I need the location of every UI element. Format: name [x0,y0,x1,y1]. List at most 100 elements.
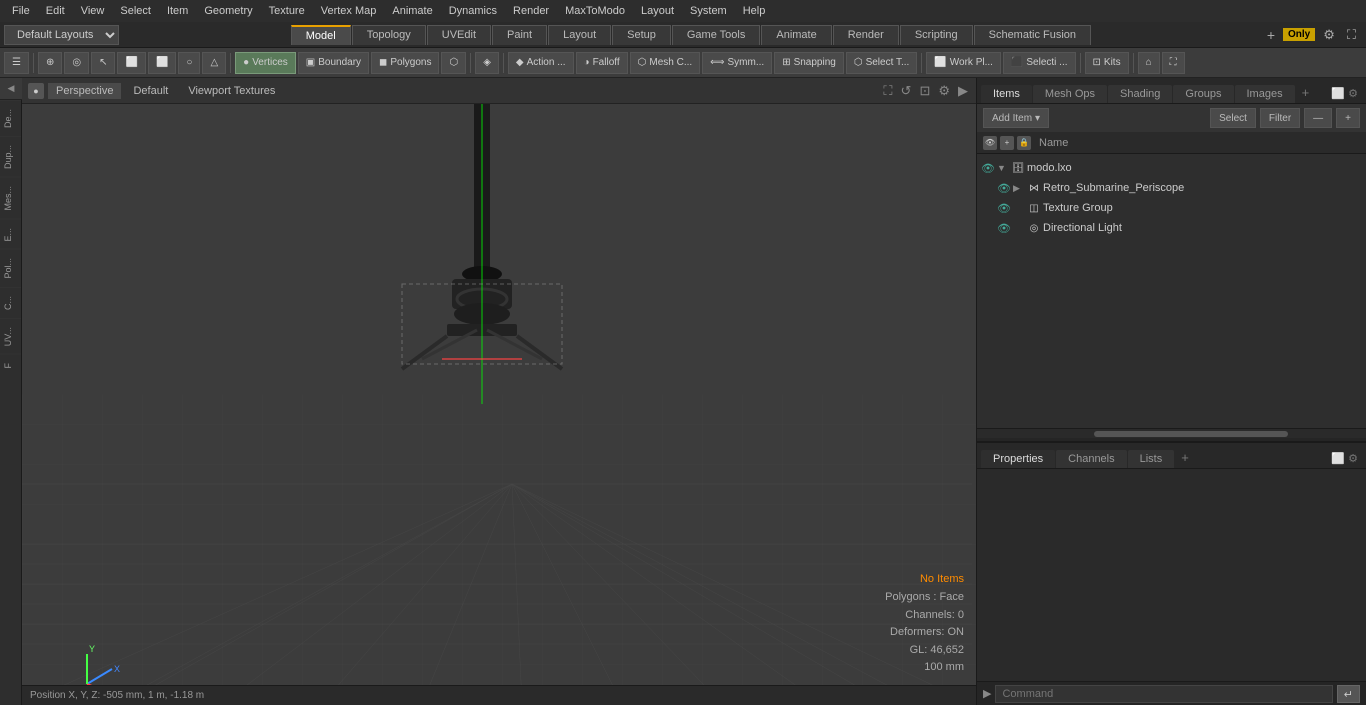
menu-view[interactable]: View [75,3,111,19]
tab-gametools[interactable]: Game Tools [672,25,761,45]
viewport-toggle-button[interactable]: ● [28,83,44,99]
falloff-cone-button[interactable]: ◎ [64,52,89,74]
menu-select[interactable]: Select [114,3,157,19]
fullscreen-icon[interactable]: ⛶ [1343,27,1360,43]
visibility-col-icon[interactable]: 👁 [983,136,997,150]
visibility-icon-modo[interactable]: 👁 [981,161,995,175]
add-layout-tab-button[interactable]: + [1263,27,1279,43]
viewport-shading-label[interactable]: Default [125,83,176,99]
menu-edit[interactable]: Edit [40,3,71,19]
scrollbar-thumb[interactable] [1094,431,1289,437]
panel-collapse-icon[interactable]: ⬜ [1331,87,1345,100]
visibility-icon-texture[interactable]: 👁 [997,201,1011,215]
selecti-button[interactable]: ⬛ Selecti ... [1003,52,1076,74]
sidebar-item-pol[interactable]: Pol... [0,249,21,287]
items-add-col-button[interactable]: + [1336,108,1360,128]
items-scrollbar[interactable] [977,428,1366,438]
visibility-icon-retro[interactable]: 👁 [997,181,1011,195]
select-t-button[interactable]: ⬡ Select T... [846,52,917,74]
tab-render[interactable]: Render [833,25,899,45]
tab-paint[interactable]: Paint [492,25,547,45]
toggle-panel-button[interactable]: ☰ [4,52,29,74]
viewport-info-icon[interactable]: ▶ [956,82,970,100]
viewport-camera-label[interactable]: Perspective [48,83,121,99]
symmetry-icon-button[interactable]: ◈ [475,52,499,74]
tab-model[interactable]: Model [291,25,351,45]
add-item-dropdown-icon[interactable]: ▾ [1035,113,1040,124]
viewport-rotate-icon[interactable]: ↺ [899,82,914,100]
tab-topology[interactable]: Topology [352,25,426,45]
global-center-button[interactable]: ⊕ [38,52,62,74]
tree-item-retro-sub[interactable]: 👁 ▶ ⋈ Retro_Submarine_Periscope [977,178,1366,198]
tab-layout[interactable]: Layout [548,25,611,45]
menu-geometry[interactable]: Geometry [198,3,258,19]
boundary-button[interactable]: ▣ Boundary [298,52,369,74]
lock-col-icon[interactable]: 🔒 [1017,136,1031,150]
tab-setup[interactable]: Setup [612,25,671,45]
snapping-button[interactable]: ⊞ Snapping [774,52,844,74]
expand-icon-retro[interactable]: ▶ [1013,183,1025,194]
viewport-canvas[interactable]: X Z Y No Items Polygons : Face Channels:… [22,104,976,685]
layout-dropdown[interactable]: Default Layouts [4,25,119,45]
menu-layout[interactable]: Layout [635,3,680,19]
prop-settings-icon[interactable]: ⚙ [1348,452,1358,465]
command-input[interactable] [995,685,1332,703]
work-pl-button[interactable]: ⬜ Work Pl... [926,52,1001,74]
tab-shading[interactable]: Shading [1108,85,1172,103]
menu-render[interactable]: Render [507,3,555,19]
viewport-texture-label[interactable]: Viewport Textures [180,83,283,99]
sidebar-item-dup[interactable]: Dup... [0,136,21,177]
items-settings-button[interactable]: — [1304,108,1332,128]
tree-item-modo-lxo[interactable]: 👁 ▼ 🗄 modo.lxo [977,158,1366,178]
sidebar-item-mes[interactable]: Mes... [0,177,21,219]
polygons-button[interactable]: ◼ Polygons [371,52,439,74]
menu-texture[interactable]: Texture [263,3,311,19]
mesh-c-button[interactable]: ⬡ Mesh C... [630,52,701,74]
add-col-icon[interactable]: + [1000,136,1014,150]
tree-item-texture-grp[interactable]: 👁 ◫ Texture Group [977,198,1366,218]
tab-mesh-ops[interactable]: Mesh Ops [1033,85,1107,103]
visibility-icon-light[interactable]: 👁 [997,221,1011,235]
menu-item[interactable]: Item [161,3,194,19]
mesh-select-button[interactable]: ⬡ [441,52,466,74]
tab-scripting[interactable]: Scripting [900,25,973,45]
transform-button[interactable]: ⬜ [117,52,145,74]
menu-maxtomodo[interactable]: MaxToModo [559,3,631,19]
sidebar-item-f[interactable]: F [0,354,21,377]
scene-tree[interactable]: 👁 ▼ 🗄 modo.lxo 👁 ▶ ⋈ Retro_Submarine_Per… [977,154,1366,428]
menu-help[interactable]: Help [737,3,772,19]
tab-uvedit[interactable]: UVEdit [427,25,491,45]
select-filter-button[interactable]: Select [1210,108,1256,128]
tab-schematic[interactable]: Schematic Fusion [974,25,1091,45]
tab-properties[interactable]: Properties [981,450,1055,468]
add-item-button[interactable]: Add Item ▾ [983,108,1049,128]
symm-button[interactable]: ⟺ Symm... [702,52,772,74]
menu-vertex-map[interactable]: Vertex Map [315,3,383,19]
menu-animate[interactable]: Animate [386,3,438,19]
settings-icon[interactable]: ⚙ [1319,27,1339,43]
expand-icon-modo[interactable]: ▼ [997,163,1009,173]
sidebar-item-e[interactable]: E... [0,219,21,250]
sidebar-item-c[interactable]: C... [0,287,21,318]
tab-lists[interactable]: Lists [1128,450,1175,468]
only-badge[interactable]: Only [1283,28,1315,41]
sidebar-item-de[interactable]: De... [0,100,21,136]
rotate-button[interactable]: ⬜ [148,52,176,74]
vertices-button[interactable]: ● Vertices [235,52,296,74]
menu-dynamics[interactable]: Dynamics [443,3,503,19]
sidebar-item-uv[interactable]: UV... [0,318,21,354]
kits-button[interactable]: ⊡ Kits [1085,52,1129,74]
select-arrow-button[interactable]: ↖ [91,52,115,74]
viewport-settings-icon[interactable]: ⚙ [936,82,952,100]
menu-system[interactable]: System [684,3,733,19]
tri-select-button[interactable]: △ [202,52,226,74]
tab-channels[interactable]: Channels [1056,450,1126,468]
menu-file[interactable]: File [6,3,36,19]
viewport-fit-icon[interactable]: ⊡ [917,82,932,100]
command-go-button[interactable]: ↵ [1337,685,1360,703]
viewport-maximize-icon[interactable]: ⛶ [881,82,894,100]
action-button[interactable]: ◆ Action ... [508,52,574,74]
add-prop-tab-button[interactable]: + [1175,447,1195,468]
tree-item-dir-light[interactable]: 👁 ◎ Directional Light [977,218,1366,238]
panel-expand-icon[interactable]: ⚙ [1348,87,1358,100]
